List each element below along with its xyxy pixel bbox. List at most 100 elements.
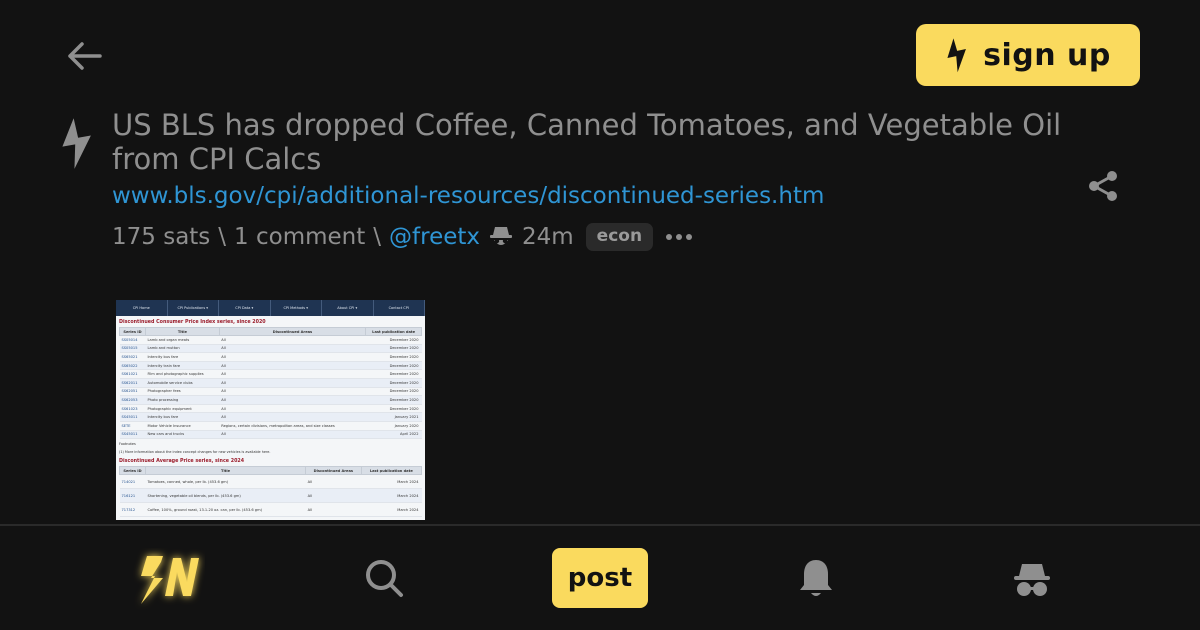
image-table-cell: 716121 (119, 488, 146, 504)
image-table-row: SS62051 Photographer fees All December 2020 (119, 387, 422, 397)
share-icon (1089, 171, 1117, 201)
image-table-row: 714021 Tomatoes, canned, whole, per lb. (… (119, 474, 422, 490)
image-table-row: SS45011 New cars and trucks All April 2022 (119, 430, 422, 440)
image-table-header: Discontinued Areas (305, 466, 362, 476)
image-table-row: SS62053 Photo processing All December 2020 (119, 395, 422, 405)
image-nav: CPI Home CPI Publications ▾ CPI Data ▾ C… (116, 300, 425, 316)
image-table-cell: Intercity bus fare (145, 412, 220, 422)
image-table-cell: March 2024 (361, 502, 422, 518)
search-button[interactable] (362, 556, 406, 600)
image-table-cell: All (219, 335, 366, 345)
image-table-cell: March 2024 (361, 474, 422, 490)
post-title[interactable]: US BLS has dropped Coffee, Canned Tomato… (112, 108, 1072, 176)
lightning-bolt-icon (947, 38, 967, 73)
image-nav-item: CPI Home (116, 300, 168, 316)
image-table-cell: Motor Vehicle Insurance (145, 421, 220, 431)
sub-badge[interactable]: econ (585, 223, 654, 251)
upvote-bolt-icon[interactable] (58, 116, 96, 170)
image-table-row: SS61023 Photographic equipment All December… (119, 404, 422, 414)
image-table-header: Series ID (119, 327, 146, 336)
image-table-cell: Photo processing (145, 395, 220, 405)
post-meta: 175 sats \ 1 comment \ @freetx 24m econ (112, 220, 693, 254)
image-table-cell: Photographic equipment (145, 404, 220, 414)
image-table-row: SS45011 Intercity bus fare All January 2021 (119, 412, 422, 422)
image-table-row: SS65021 Intercity bus fare All December 202… (119, 352, 422, 362)
image-table-cell: December 2020 (365, 361, 422, 371)
image-table-cell: SS65021 (119, 352, 146, 362)
image-table-cell: All (219, 404, 366, 414)
image-table-cell: SS62051 (119, 387, 146, 397)
image-table-cell: Lamb and organ meats (145, 335, 220, 345)
image-nav-item: About CPI ▾ (322, 300, 374, 316)
image-table-cell: Lamb and mutton (145, 344, 220, 354)
image-table-header: Title (144, 466, 307, 476)
image-table-prices: Series ID Title Discontinued Areas Last pub… (119, 466, 423, 518)
image-table-cell: Photographer fees (145, 387, 220, 397)
post-link[interactable]: www.bls.gov/cpi/additional-resources/dis… (112, 183, 824, 209)
image-table-cell: SS61021 (119, 369, 146, 379)
image-table-cell: All (305, 474, 362, 490)
image-table-cell: SS61023 (119, 404, 146, 414)
sats-count[interactable]: 175 sats (112, 224, 210, 250)
image-table-row: SS61021 Film and photographic supplies All… (119, 369, 422, 379)
signup-label: sign up (983, 37, 1111, 73)
signup-button[interactable]: sign up (916, 24, 1140, 86)
meta-separator: \ (373, 224, 382, 250)
image-table-cell: December 2020 (365, 335, 422, 345)
bell-icon (800, 560, 832, 596)
user-link[interactable]: @freetx (389, 224, 480, 250)
image-table-cell: All (219, 378, 366, 388)
image-table-row: 716121 Shortening, vegetable oil blends, … (119, 488, 422, 504)
image-table-header: Last publication date (365, 327, 422, 336)
image-table-header: Last publication date (360, 466, 423, 476)
image-table-cell: All (305, 488, 362, 504)
image-table-cell: Automobile service clubs (145, 378, 220, 388)
post-button[interactable]: post (552, 548, 648, 608)
post-image[interactable]: CPI Home CPI Publications ▾ CPI Data ▾ C… (116, 300, 425, 520)
image-table-cell: January 2020 (365, 421, 422, 431)
image-section-title: Discontinued Average Price series, since… (119, 459, 245, 465)
image-table-cell: SETE (119, 421, 146, 431)
image-footnote: (1) More information about the index con… (119, 450, 271, 455)
image-table-cell: All (219, 387, 366, 397)
image-table-cell: All (219, 430, 366, 440)
image-table-header: Series ID (119, 466, 146, 476)
image-table-cell: Shortening, vegetable oil blends, per lb… (145, 488, 306, 504)
more-options-icon[interactable] (665, 232, 693, 242)
image-table-cell: 717312 (119, 502, 146, 518)
image-table-cpi: Series ID Title Discontinued Areas Last pub… (119, 327, 422, 440)
image-table-cell: SS45011 (119, 412, 146, 422)
image-table-row: SS62011 Automobile service clubs All Decemb… (119, 378, 422, 388)
image-table-cell: Intercity train fare (145, 361, 220, 371)
image-table-header: Title (145, 327, 220, 336)
image-table-cell: SS65022 (119, 361, 146, 371)
image-table-row: 717312 Coffee, 100%, ground roast, 13.1-2… (119, 502, 422, 518)
anon-spy-icon (1014, 564, 1050, 596)
back-button[interactable] (62, 36, 106, 76)
image-table-cell: December 2020 (365, 344, 422, 354)
home-button[interactable] (132, 546, 206, 612)
image-table-cell: SS62053 (119, 395, 146, 405)
image-table-cell: All (219, 344, 366, 354)
image-table-cell: Intercity bus fare (145, 352, 220, 362)
image-table-row: SS65022 Intercity train fare All December 2… (119, 361, 422, 371)
image-section-title: Discontinued Consumer Price Index series… (119, 320, 266, 325)
image-table-cell: January 2021 (365, 412, 422, 422)
image-table-cell: All (219, 395, 366, 405)
image-table-cell: December 2020 (365, 352, 422, 362)
image-table-cell: SS62011 (119, 378, 146, 388)
image-table-cell: December 2020 (365, 387, 422, 397)
image-table-cell: SS05014 (119, 335, 146, 345)
notifications-button[interactable] (796, 556, 836, 600)
image-table-cell: SS05015 (119, 344, 146, 354)
image-table-cell: New cars and trucks (145, 430, 220, 440)
share-button[interactable] (1084, 166, 1122, 206)
post-time[interactable]: 24m (522, 224, 574, 250)
anon-button[interactable] (1010, 560, 1054, 600)
image-table-cell: December 2020 (365, 404, 422, 414)
image-table-cell: SS45011 (119, 430, 146, 440)
comments-link[interactable]: 1 comment (234, 224, 365, 250)
arrow-left-icon (68, 42, 102, 70)
image-table-cell: December 2020 (365, 369, 422, 379)
bottom-nav: post (0, 526, 1200, 630)
